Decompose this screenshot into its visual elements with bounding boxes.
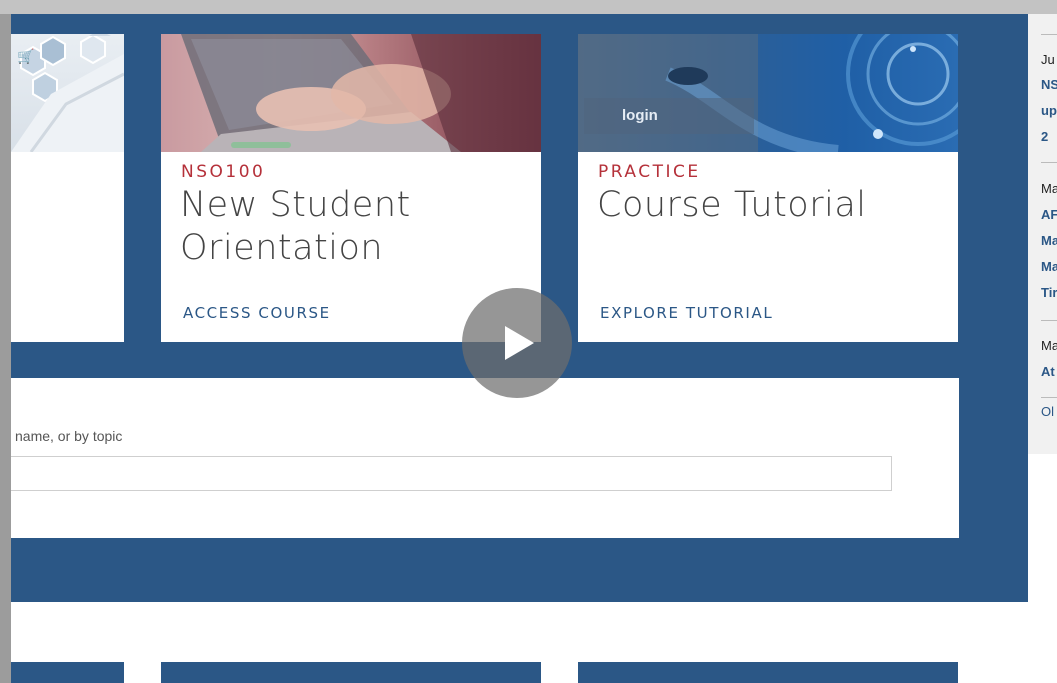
left-gutter (0, 14, 11, 683)
course-title: New Student Orientation (180, 184, 411, 270)
sidebar-link-6[interactable]: Ma (1041, 259, 1057, 274)
sidebar-divider (1041, 320, 1057, 321)
sidebar-link-1[interactable]: NS (1041, 77, 1057, 92)
course-search-input[interactable] (11, 456, 892, 491)
video-play-button[interactable] (462, 288, 572, 398)
play-icon (505, 326, 534, 360)
card-image-laptop (161, 34, 541, 152)
course-title-line-2: Orientation (180, 228, 384, 268)
sidebar-link-7[interactable]: Tir (1041, 285, 1057, 300)
explore-tutorial-link[interactable]: EXPLORE TUTORIAL (600, 304, 773, 322)
sidebar-date-2: Ma (1041, 181, 1057, 196)
sidebar-divider (1041, 162, 1057, 163)
shopping-cart-icon: 🛒 (17, 48, 35, 64)
card-image-hexagons: 🛒 (11, 34, 124, 152)
sidebar-link-8[interactable]: At (1041, 364, 1055, 379)
tutorial-title: Course Tutorial (597, 185, 867, 225)
login-image-text: login (584, 98, 754, 134)
sidebar-divider (1041, 397, 1057, 398)
sidebar-link-3[interactable]: 2 (1041, 129, 1048, 144)
lower-card-1[interactable] (11, 662, 124, 683)
practice-label: PRACTICE (598, 162, 701, 182)
sidebar-link-2[interactable]: up (1041, 103, 1057, 118)
lower-card-3[interactable] (578, 662, 958, 683)
search-hint-text: name, or by topic (15, 428, 123, 444)
sidebar-link-4[interactable]: AF (1041, 207, 1057, 222)
access-course-link[interactable]: ACCESS COURSE (183, 304, 331, 322)
sidebar-more-link[interactable]: Ol (1041, 404, 1054, 419)
course-title-line-1: New Student (180, 185, 411, 225)
course-code-label: NSO100 (181, 162, 266, 182)
course-card-practice[interactable]: login PRACTICE Course Tutorial EXPLORE T… (578, 34, 958, 342)
sidebar-divider (1041, 34, 1057, 35)
lower-card-2[interactable] (161, 662, 541, 683)
card-image-login-tech: login (578, 34, 958, 152)
sidebar-date-3: Ma (1041, 338, 1057, 353)
course-card-partial[interactable]: 🛒 (11, 34, 124, 342)
sidebar-link-5[interactable]: Ma (1041, 233, 1057, 248)
sidebar-date-1: Ju (1041, 52, 1055, 67)
